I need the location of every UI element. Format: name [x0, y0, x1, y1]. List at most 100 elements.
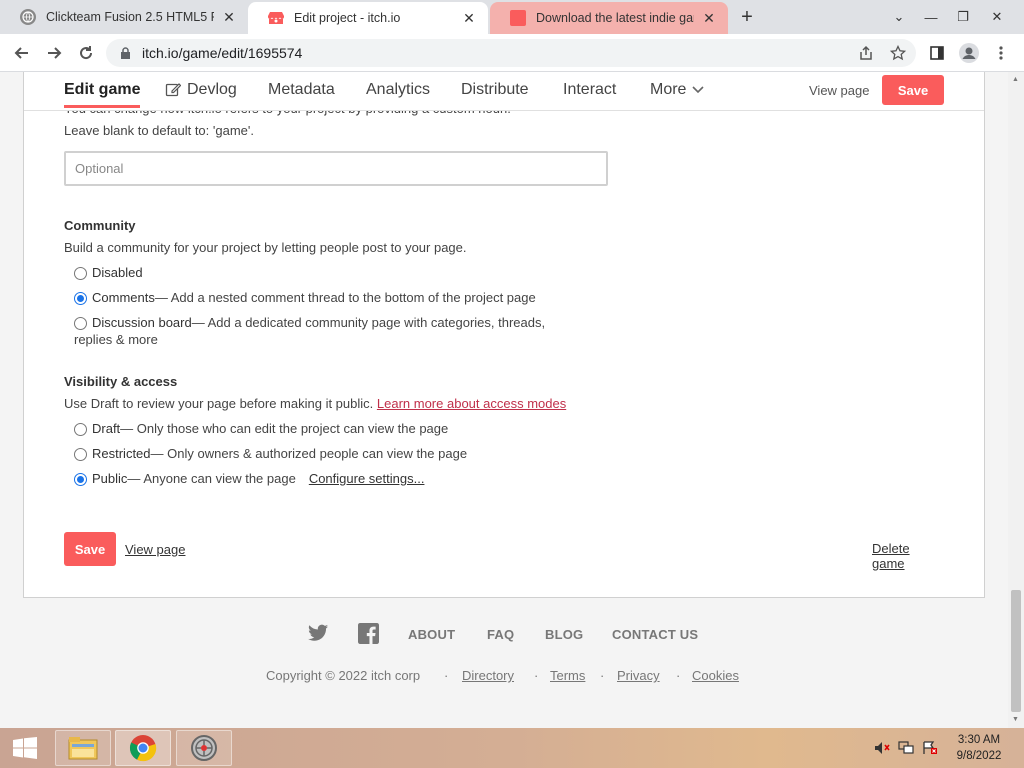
browser-toolbar: itch.io/game/edit/1695574	[0, 34, 1024, 72]
share-icon[interactable]	[855, 42, 877, 64]
community-option-disabled[interactable]: Disabled	[74, 265, 143, 280]
close-tab-icon[interactable]: ✕	[220, 8, 238, 26]
back-arrow-icon[interactable]	[10, 42, 34, 64]
lock-icon[interactable]	[118, 46, 132, 60]
scrollbar-thumb[interactable]	[1011, 590, 1021, 712]
nav-distribute[interactable]: Distribute	[461, 81, 529, 99]
menu-kebab-icon[interactable]	[990, 42, 1012, 64]
view-page-link[interactable]: View page	[809, 83, 869, 98]
save-button-bottom[interactable]: Save	[64, 532, 116, 566]
view-page-link-bottom[interactable]: View page	[125, 542, 185, 557]
page-viewport: Edit game Devlog Metadata Analytics Dist…	[0, 72, 1008, 728]
steering-wheel-app-icon[interactable]	[176, 730, 232, 766]
copyright-text: Copyright © 2022 itch corp	[266, 668, 421, 683]
custom-noun-input[interactable]: Optional	[64, 151, 608, 186]
footer-contact-link[interactable]: CONTACT US	[612, 627, 698, 642]
new-tab-button[interactable]: +	[736, 6, 758, 28]
restore-button[interactable]: ❐	[946, 0, 980, 34]
browser-tab-strip: Clickteam Fusion 2.5 HTML5 Run ✕ Edit pr…	[0, 0, 1024, 34]
system-clock[interactable]: 3:30 AM 9/8/2022	[946, 732, 1012, 764]
minimize-button[interactable]: —	[914, 0, 948, 34]
radio-button-selected[interactable]	[74, 473, 87, 486]
footer-blog-link[interactable]: BLOG	[545, 627, 583, 642]
bookmark-star-icon[interactable]	[887, 42, 909, 64]
radio-button[interactable]	[74, 317, 87, 330]
separator: ·	[600, 668, 605, 683]
chrome-icon[interactable]	[115, 730, 171, 766]
page-scrollbar[interactable]: ▲ ▼	[1008, 72, 1024, 728]
visibility-option-public[interactable]: Public — Anyone can view the page Config…	[74, 471, 424, 486]
footer-links: ABOUT FAQ BLOG CONTACT US	[0, 623, 1008, 647]
clock-time: 3:30 AM	[957, 734, 1001, 746]
nav-devlog[interactable]: Devlog	[165, 81, 237, 99]
community-option-discussion[interactable]: Discussion board — Add a dedicated commu…	[74, 315, 545, 330]
footer-faq-link[interactable]: FAQ	[487, 627, 514, 642]
separator: ·	[534, 668, 539, 683]
globe-icon	[20, 9, 36, 25]
close-tab-icon[interactable]: ✕	[460, 9, 478, 27]
community-option-comments[interactable]: Comments — Add a nested comment thread t…	[74, 290, 536, 305]
nav-edit-game[interactable]: Edit game	[64, 81, 141, 108]
community-help: Build a community for your project by le…	[64, 240, 467, 255]
close-window-button[interactable]: ✕	[980, 0, 1014, 34]
footer-privacy-link[interactable]: Privacy	[617, 668, 660, 683]
itchio-icon	[510, 10, 526, 26]
edit-pencil-icon	[165, 82, 181, 98]
footer-cookies-link[interactable]: Cookies	[692, 668, 739, 683]
close-tab-icon[interactable]: ✕	[700, 9, 718, 27]
profile-avatar-icon[interactable]	[958, 42, 980, 64]
action-center-flag-icon[interactable]	[922, 740, 938, 756]
network-icon[interactable]	[898, 740, 914, 756]
file-explorer-icon[interactable]	[55, 730, 111, 766]
community-label: Community	[64, 218, 136, 233]
access-modes-link[interactable]: Learn more about access modes	[377, 396, 566, 411]
radio-button[interactable]	[74, 423, 87, 436]
scroll-up-arrow-icon[interactable]: ▲	[1012, 76, 1019, 83]
url-text: itch.io/game/edit/1695574	[142, 45, 303, 61]
nav-interact[interactable]: Interact	[563, 81, 616, 99]
twitter-icon[interactable]	[308, 624, 329, 645]
scroll-down-arrow-icon[interactable]: ▼	[1012, 716, 1019, 723]
visibility-help: Use Draft to review your page before mak…	[64, 396, 567, 411]
radio-button[interactable]	[74, 448, 87, 461]
browser-tab-clickteam[interactable]: Clickteam Fusion 2.5 HTML5 Run ✕	[0, 0, 248, 34]
footer-about-link[interactable]: ABOUT	[408, 627, 455, 642]
browser-tab-download-games[interactable]: Download the latest indie games ✕	[490, 2, 728, 34]
noun-default-text: Leave blank to default to: 'game'.	[64, 123, 254, 138]
browser-tab-edit-project[interactable]: Edit project - itch.io ✕	[248, 2, 488, 34]
windows-taskbar: 3:30 AM 9/8/2022	[0, 728, 1024, 768]
tab-title: Edit project - itch.io	[294, 11, 401, 25]
itchio-icon	[268, 10, 284, 26]
configure-settings-link[interactable]: Configure settings...	[309, 471, 425, 486]
radio-button-selected[interactable]	[74, 292, 87, 305]
tab-search-icon[interactable]: ⌄	[882, 0, 916, 34]
nav-more[interactable]: More	[650, 81, 705, 99]
footer-terms-link[interactable]: Terms	[550, 668, 585, 683]
edit-game-card: Edit game Devlog Metadata Analytics Dist…	[23, 72, 985, 598]
address-bar[interactable]: itch.io/game/edit/1695574	[106, 39, 916, 67]
footer-directory-link[interactable]: Directory	[462, 668, 514, 683]
forward-arrow-icon[interactable]	[42, 42, 66, 64]
tab-title: Clickteam Fusion 2.5 HTML5 Run	[46, 10, 214, 24]
volume-muted-icon[interactable]	[874, 740, 890, 756]
visibility-option-restricted[interactable]: Restricted — Only owners & authorized pe…	[74, 446, 467, 461]
reload-icon[interactable]	[74, 42, 98, 64]
delete-game-link[interactable]: Delete game	[872, 541, 944, 571]
separator: ·	[676, 668, 681, 683]
nav-metadata[interactable]: Metadata	[268, 81, 335, 99]
facebook-icon[interactable]	[358, 623, 379, 647]
windows-start-icon[interactable]	[0, 728, 50, 768]
save-button[interactable]: Save	[882, 75, 944, 105]
radio-button[interactable]	[74, 267, 87, 280]
separator: ·	[444, 668, 449, 683]
clock-date: 9/8/2022	[956, 750, 1002, 762]
nav-analytics[interactable]: Analytics	[366, 81, 430, 99]
nav-devlog-label: Devlog	[187, 81, 237, 98]
edit-nav-bar: Edit game Devlog Metadata Analytics Dist…	[24, 72, 984, 111]
discussion-desc-cont: replies & more	[74, 332, 158, 347]
side-panel-icon[interactable]	[926, 42, 948, 64]
nav-more-label: More	[650, 81, 687, 98]
visibility-option-draft[interactable]: Draft — Only those who can edit the proj…	[74, 421, 448, 436]
tab-title: Download the latest indie games	[536, 11, 694, 25]
chevron-down-icon	[692, 86, 705, 94]
